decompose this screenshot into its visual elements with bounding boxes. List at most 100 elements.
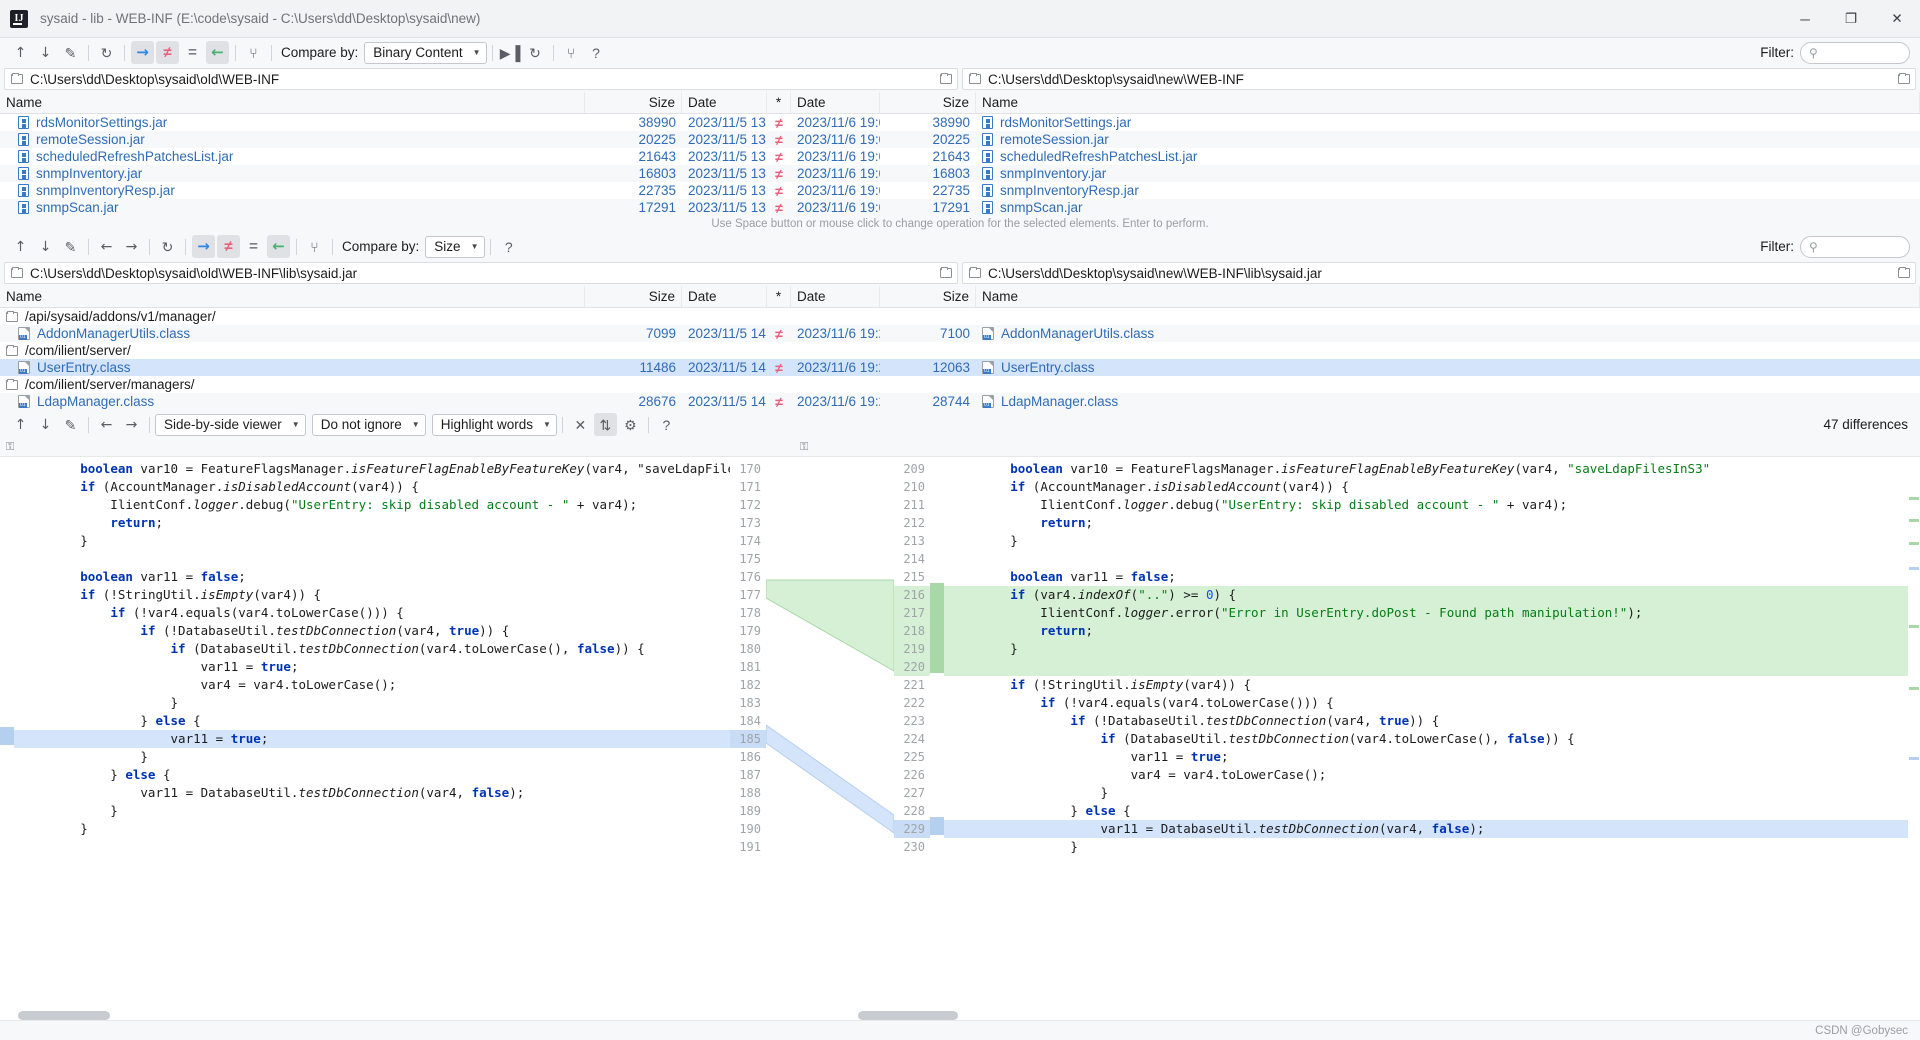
show-equal-icon[interactable]: = (181, 41, 204, 64)
code-line[interactable]: } (944, 838, 1920, 856)
header-date-left[interactable]: Date (682, 286, 767, 307)
code-line[interactable]: if (!var4.equals(var4.toLowerCase())) { (944, 694, 1920, 712)
browse-left-icon[interactable] (940, 73, 952, 84)
row-operation[interactable]: ≠ (767, 359, 791, 376)
previous-difference-icon[interactable]: ↑ (9, 41, 32, 64)
header-name-left[interactable]: Name (0, 286, 585, 307)
code-line[interactable]: } else { (14, 712, 730, 730)
filter-funnel-icon[interactable]: ⑂ (303, 235, 326, 258)
left-code-area[interactable]: boolean var10 = FeatureFlagsManager.isFe… (14, 457, 730, 1020)
maximize-button[interactable]: ❐ (1828, 0, 1874, 38)
edit-source-icon[interactable]: ✎ (59, 413, 82, 436)
header-date-right[interactable]: Date (791, 286, 880, 307)
row-operation[interactable] (767, 376, 791, 393)
table-row[interactable]: snmpScan.jar 17291 2023/11/5 13:27≠ 2023/11… (0, 199, 1920, 216)
navigate-forward-icon[interactable]: → (120, 235, 143, 258)
row-operation[interactable] (767, 342, 791, 359)
code-line[interactable]: } else { (944, 802, 1920, 820)
table-row[interactable]: UserEntry.class 11486 2023/11/5 14:01≠ 2023… (0, 359, 1920, 376)
code-line[interactable]: IlientConf.logger.debug("UserEntry: skip… (944, 496, 1920, 514)
compare-by-dropdown[interactable]: Size ▼ (425, 235, 486, 258)
right-directory-path[interactable]: C:\Users\dd\Desktop\sysaid\new\WEB-INF (962, 68, 1916, 90)
table-row[interactable]: AddonManagerUtils.class 7099 2023/11/5 14:… (0, 325, 1920, 342)
collapse-unchanged-icon[interactable]: ✕ (569, 413, 592, 436)
align-changes-icon[interactable]: ⇅ (593, 413, 617, 436)
code-line[interactable]: } (14, 802, 730, 820)
minimize-button[interactable]: ─ (1782, 0, 1828, 38)
code-line[interactable]: var11 = DatabaseUtil.testDbConnection(va… (944, 820, 1920, 838)
code-line[interactable]: if (DatabaseUtil.testDbConnection(var4.t… (944, 730, 1920, 748)
right-gutter[interactable] (930, 457, 944, 1020)
code-line[interactable]: IlientConf.logger.error("Error in UserEn… (944, 604, 1920, 622)
code-line[interactable]: if (var4.indexOf("..") >= 0) { (944, 586, 1920, 604)
help-icon[interactable]: ? (585, 41, 608, 64)
code-line[interactable]: if (AccountManager.isDisabledAccount(var… (944, 478, 1920, 496)
browse-right-icon[interactable] (1898, 73, 1910, 84)
row-operation[interactable]: ≠ (767, 165, 791, 182)
code-line[interactable]: var11 = true; (14, 658, 730, 676)
table-row[interactable]: remoteSession.jar 20225 2023/11/5 13:27≠ 20… (0, 131, 1920, 148)
header-operation[interactable]: * (767, 286, 791, 307)
row-operation[interactable]: ≠ (767, 114, 791, 131)
code-line[interactable]: var4 = var4.toLowerCase(); (14, 676, 730, 694)
row-operation[interactable]: ≠ (767, 393, 791, 410)
code-line[interactable]: if (!StringUtil.isEmpty(var4)) { (14, 586, 730, 604)
code-line[interactable]: } (944, 784, 1920, 802)
code-line[interactable]: boolean var11 = false; (14, 568, 730, 586)
edit-source-icon[interactable]: ✎ (59, 41, 82, 64)
code-line[interactable]: boolean var10 = FeatureFlagsManager.isFe… (14, 460, 730, 478)
filter-input[interactable]: ⚲ (1800, 235, 1910, 258)
table-row[interactable]: scheduledRefreshPatchesList.jar 21643 2023… (0, 148, 1920, 165)
next-difference-icon[interactable]: ↓ (34, 413, 57, 436)
compare-by-dropdown[interactable]: Binary Content ▼ (364, 41, 487, 64)
code-line[interactable]: var11 = DatabaseUtil.testDbConnection(va… (14, 784, 730, 802)
ignore-mode-dropdown[interactable]: Do not ignore ▼ (311, 413, 426, 436)
refresh-icon[interactable]: ↻ (156, 235, 179, 258)
refresh-icon[interactable]: ↻ (95, 41, 118, 64)
code-line[interactable] (944, 550, 1920, 568)
next-difference-icon[interactable]: ↓ (34, 41, 57, 64)
table-row[interactable]: snmpInventory.jar 16803 2023/11/5 13:27≠ 20… (0, 165, 1920, 182)
code-line[interactable]: if (!DatabaseUtil.testDbConnection(var4,… (944, 712, 1920, 730)
code-line[interactable] (14, 838, 730, 856)
code-line[interactable]: var4 = var4.toLowerCase(); (944, 766, 1920, 784)
code-line[interactable]: boolean var10 = FeatureFlagsManager.isFe… (944, 460, 1920, 478)
previous-difference-icon[interactable]: ↑ (9, 413, 32, 436)
header-size-left[interactable]: Size (585, 286, 682, 307)
right-scrollbar[interactable] (1908, 457, 1920, 1020)
code-line[interactable]: boolean var11 = false; (944, 568, 1920, 586)
table-row[interactable]: rdsMonitorSettings.jar 38990 2023/11/5 13:… (0, 114, 1920, 131)
left-editor[interactable]: boolean var10 = FeatureFlagsManager.isFe… (0, 457, 730, 1020)
edit-source-icon[interactable]: ✎ (59, 235, 82, 258)
copy-to-left-icon[interactable]: ← (267, 235, 290, 258)
group-by-icon[interactable]: ⑂ (560, 41, 583, 64)
code-line[interactable] (14, 550, 730, 568)
code-line[interactable]: return; (944, 622, 1920, 640)
header-date-left[interactable]: Date (682, 92, 767, 113)
code-line[interactable]: } else { (14, 766, 730, 784)
table-row[interactable]: LdapManager.class 28676 2023/11/5 14:01≠ 20… (0, 393, 1920, 410)
code-line[interactable]: } (14, 694, 730, 712)
code-line[interactable]: } (14, 532, 730, 550)
code-line[interactable]: return; (14, 514, 730, 532)
highlight-mode-dropdown[interactable]: Highlight words ▼ (431, 413, 557, 436)
left-gutter[interactable] (0, 457, 14, 1020)
code-line[interactable]: } (944, 532, 1920, 550)
show-difference-icon[interactable]: ≠ (217, 235, 240, 258)
right-code-area[interactable]: boolean var10 = FeatureFlagsManager.isFe… (944, 457, 1920, 1020)
swap-sides-icon[interactable]: ▶▐ (499, 41, 522, 64)
code-line[interactable]: } (14, 748, 730, 766)
table-row[interactable]: /com/ilient/server/ (0, 342, 1920, 359)
row-operation[interactable] (767, 308, 791, 325)
header-operation[interactable]: * (767, 92, 791, 113)
synchronize-icon[interactable]: ↻ (524, 41, 547, 64)
table-row[interactable]: /api/sysaid/addons/v1/manager/ (0, 308, 1920, 325)
header-size-left[interactable]: Size (585, 92, 682, 113)
show-equal-icon[interactable]: = (242, 235, 265, 258)
header-name-right[interactable]: Name (976, 286, 1920, 307)
code-line[interactable]: IlientConf.logger.debug("UserEntry: skip… (14, 496, 730, 514)
viewer-mode-dropdown[interactable]: Side-by-side viewer ▼ (155, 413, 306, 436)
browse-left-icon[interactable] (940, 267, 952, 278)
code-line[interactable]: if (!StringUtil.isEmpty(var4)) { (944, 676, 1920, 694)
left-directory-path[interactable]: C:\Users\dd\Desktop\sysaid\old\WEB-INF (4, 68, 958, 90)
